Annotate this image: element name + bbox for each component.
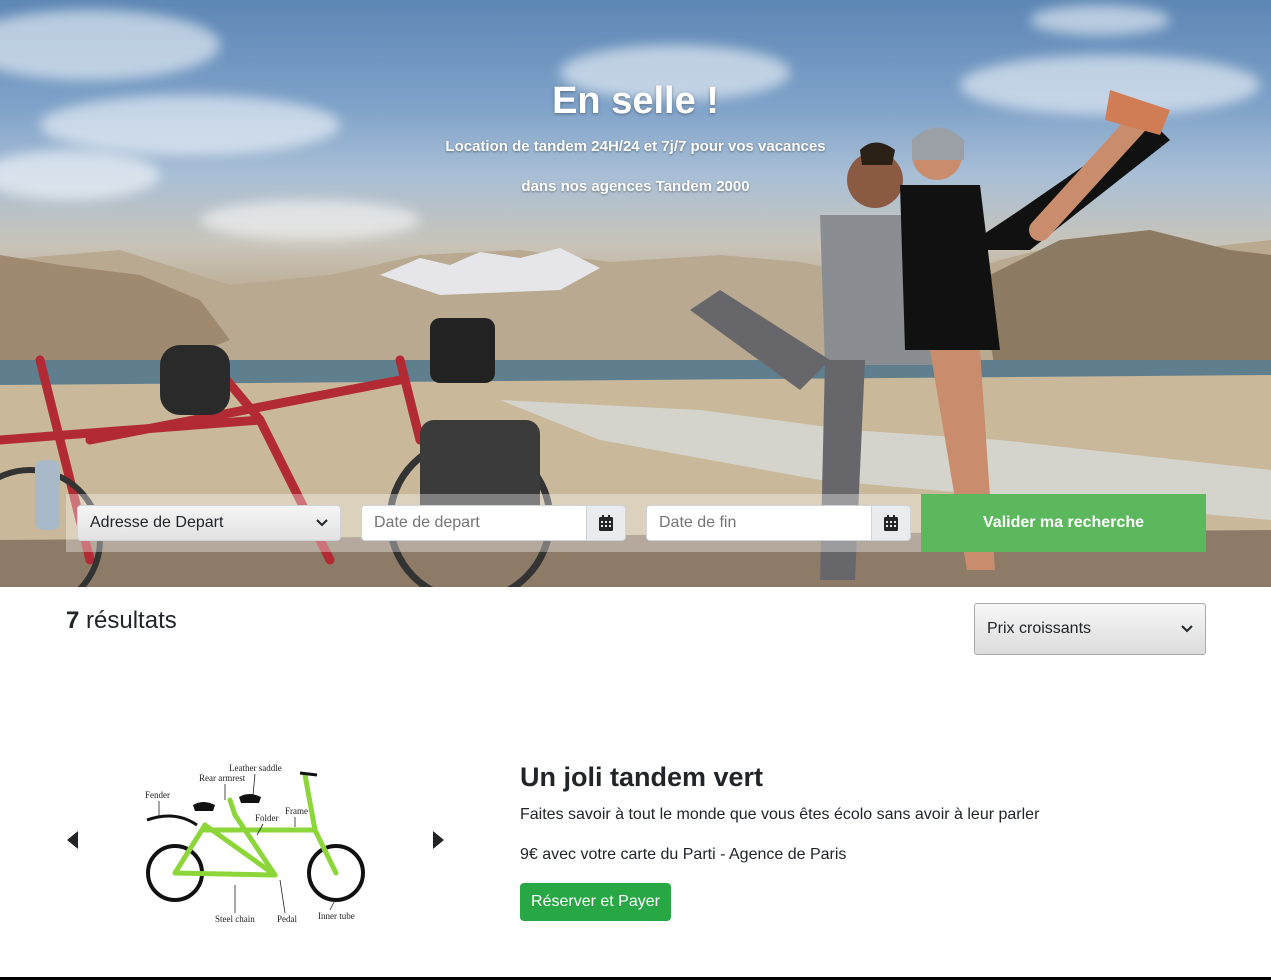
diagram-label-steel-chain: Steel chain [215, 914, 255, 924]
departure-select-value: Adresse de Depart [90, 514, 224, 531]
calendar-icon [599, 515, 613, 531]
start-date-input[interactable] [361, 505, 586, 541]
product-title: Un joli tandem vert [520, 762, 764, 792]
results-count-label: résultats [86, 607, 177, 634]
hero-banner: En selle ! Location de tandem 24H/24 et … [0, 0, 1271, 587]
carousel-prev-icon[interactable] [67, 831, 78, 849]
diagram-label-rear-armrest: Rear armrest [199, 773, 246, 783]
diagram-label-fender: Fender [145, 790, 170, 800]
end-date-group [646, 505, 911, 541]
calendar-icon [884, 515, 898, 531]
diagram-label-frame: Frame [285, 806, 308, 816]
product-description: Faites savoir à tout le monde que vous ê… [520, 806, 1040, 823]
hero-subtitle: Location de tandem 24H/24 et 7j/7 pour v… [445, 138, 826, 155]
hero-subtitle-agencies: dans nos agences Tandem 2000 [521, 178, 750, 195]
book-and-pay-button[interactable]: Réserver et Payer [520, 883, 671, 921]
results-count-number: 7 [66, 607, 80, 634]
chevron-down-icon [316, 519, 328, 527]
diagram-label-pedal: Pedal [277, 914, 297, 924]
diagram-label-inner-tube: Inner tube [318, 911, 355, 921]
hero-title: En selle ! [552, 80, 719, 122]
search-form: Adresse de Depart Date de depart Date de… [66, 494, 1206, 552]
sort-select[interactable]: Prix croissants [974, 603, 1206, 655]
end-date-input[interactable] [646, 505, 871, 541]
results-count: 7 résultats [66, 607, 177, 635]
product-price: 9€ avec votre carte du Parti - Agence de… [520, 846, 847, 863]
start-date-group [361, 505, 626, 541]
tandem-diagram-image: Leather saddle Rear armrest Fender Frame… [145, 763, 365, 924]
diagram-label-leather-saddle: Leather saddle [229, 763, 282, 773]
chevron-down-icon [1181, 625, 1193, 633]
submit-search-button[interactable]: Valider ma recherche [921, 494, 1206, 552]
departure-select[interactable]: Adresse de Depart [77, 505, 341, 541]
diagram-label-folder: Folder [255, 813, 279, 823]
sort-select-value: Prix croissants [987, 620, 1092, 637]
carousel-next-icon[interactable] [433, 831, 444, 849]
end-date-picker-button[interactable] [871, 505, 911, 541]
start-date-picker-button[interactable] [586, 505, 626, 541]
